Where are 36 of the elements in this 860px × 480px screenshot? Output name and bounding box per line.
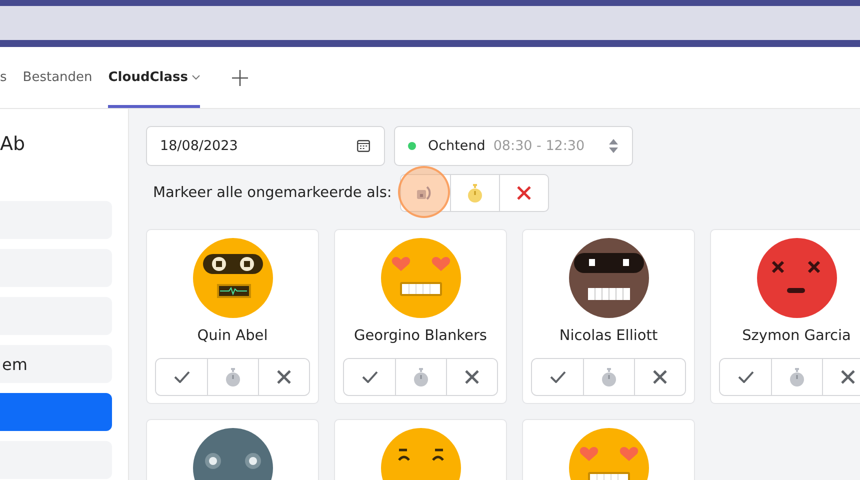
- mark-all-label: Markeer alle ongemarkeerde als:: [153, 185, 392, 201]
- tab[interactable]: s: [0, 47, 7, 108]
- close-icon: [465, 370, 479, 384]
- absent-button[interactable]: [258, 359, 309, 395]
- close-icon: [653, 370, 667, 384]
- check-icon: [550, 371, 566, 383]
- date-field[interactable]: 18/08/2023: [146, 126, 385, 166]
- avatar-icon: [756, 238, 836, 318]
- stopwatch-icon: [225, 368, 241, 386]
- tab[interactable]: Bestanden: [22, 47, 92, 108]
- check-icon: [738, 371, 754, 383]
- check-icon: [174, 371, 190, 383]
- student-name: Quin Abel: [197, 328, 268, 346]
- student-name: Szymon Garcia: [742, 328, 851, 346]
- close-icon: [841, 370, 855, 384]
- avatar-icon: [192, 238, 272, 318]
- stopwatch-icon: [466, 184, 483, 202]
- add-icon[interactable]: [232, 70, 248, 86]
- sidebar-item[interactable]: em: [0, 345, 112, 383]
- avatar-icon: [380, 238, 460, 318]
- calendar-icon: [357, 140, 370, 152]
- period-select[interactable]: Ochtend 08:30 - 12:30: [394, 126, 633, 166]
- student-name: Nicolas Elliott: [559, 328, 658, 346]
- stopwatch-icon: [413, 368, 429, 386]
- absent-button[interactable]: [446, 359, 497, 395]
- stopwatch-icon: [601, 368, 617, 386]
- close-icon: [516, 186, 531, 200]
- click-indicator: [398, 166, 450, 218]
- absent-button[interactable]: [634, 359, 685, 395]
- check-icon: [362, 371, 378, 383]
- sort-arrows-icon: [609, 139, 618, 153]
- avatar-icon: [568, 238, 648, 318]
- class-heading: Ab: [0, 133, 26, 157]
- stopwatch-icon: [789, 368, 805, 386]
- close-icon: [277, 370, 291, 384]
- student-name: Georgino Blankers: [354, 328, 487, 346]
